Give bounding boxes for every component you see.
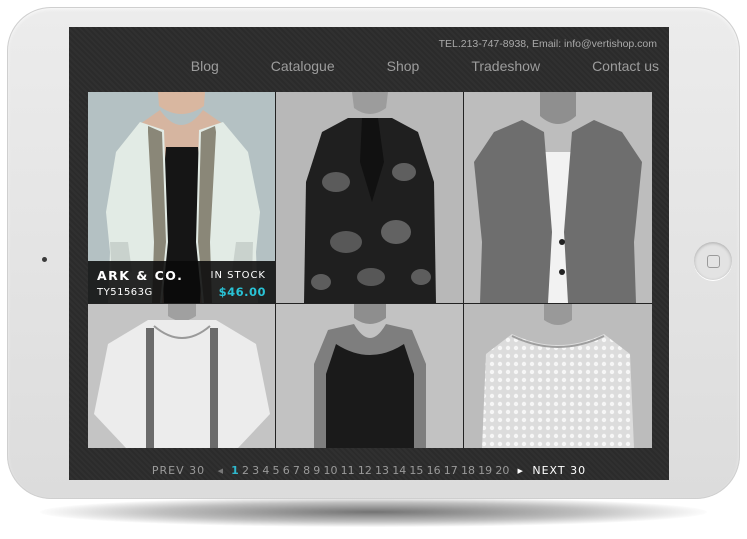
page-link-4[interactable]: 4 [262, 464, 269, 477]
product-image-cardigan [464, 92, 652, 303]
contact-info: TEL.213-747-8938, Email: info@vertishop.… [438, 38, 657, 50]
product-image-white-top [88, 304, 275, 448]
page-link-6[interactable]: 6 [283, 464, 290, 477]
product-tile-3[interactable] [464, 92, 652, 303]
camera-icon [42, 257, 47, 262]
product-grid: ARK & CO. IN STOCK TY51563G $46.00 [88, 92, 652, 448]
page-link-10[interactable]: 10 [323, 464, 337, 477]
product-tile-5[interactable] [276, 304, 463, 448]
product-tile-4[interactable] [88, 304, 275, 448]
stock-status: IN STOCK [210, 270, 266, 281]
arrow-right-icon[interactable]: ▶ [517, 467, 522, 475]
product-image-tank-top [276, 304, 463, 448]
page-link-9[interactable]: 9 [313, 464, 320, 477]
page-link-2[interactable]: 2 [242, 464, 249, 477]
product-price: $46.00 [218, 285, 266, 299]
nav-catalogue[interactable]: Catalogue [271, 58, 335, 74]
product-sku: TY51563G [97, 287, 153, 298]
home-button-icon [706, 254, 720, 268]
product-brand: ARK & CO. [97, 268, 184, 283]
tablet-screen: TEL.213-747-8938, Email: info@vertishop.… [69, 27, 669, 480]
page-link-16[interactable]: 16 [427, 464, 441, 477]
page-link-14[interactable]: 14 [392, 464, 406, 477]
page-link-18[interactable]: 18 [461, 464, 475, 477]
product-image-floral-blouse [276, 92, 463, 303]
next-page-button[interactable]: NEXT 30 [532, 464, 586, 477]
product-tile-6[interactable] [464, 304, 652, 448]
nav-tradeshow[interactable]: Tradeshow [471, 58, 540, 74]
page-link-7[interactable]: 7 [293, 464, 300, 477]
page-link-5[interactable]: 5 [273, 464, 280, 477]
nav-shop[interactable]: Shop [387, 58, 420, 74]
tablet-shadow [40, 497, 707, 527]
main-nav: Blog Catalogue Shop Tradeshow Contact us [139, 58, 659, 74]
page-link-17[interactable]: 17 [444, 464, 458, 477]
page-link-19[interactable]: 19 [478, 464, 492, 477]
prev-page-button[interactable]: PREV 30 [152, 464, 205, 477]
page-link-13[interactable]: 13 [375, 464, 389, 477]
page-link-1[interactable]: 1 [231, 464, 239, 477]
page-link-20[interactable]: 20 [495, 464, 509, 477]
page-link-3[interactable]: 3 [252, 464, 259, 477]
product-image-knit-sweater [464, 304, 652, 448]
home-button[interactable] [694, 242, 732, 280]
page-link-11[interactable]: 11 [341, 464, 355, 477]
page-link-8[interactable]: 8 [303, 464, 310, 477]
page-link-15[interactable]: 15 [409, 464, 423, 477]
page-link-12[interactable]: 12 [358, 464, 372, 477]
arrow-left-icon[interactable]: ◀ [218, 467, 223, 475]
pagination: PREV 30 ◀ 1 2 3 4 5 6 7 8 9 10 11 12 13 14 15 16 17 18 19 2… [69, 464, 669, 477]
nav-blog[interactable]: Blog [191, 58, 219, 74]
product-tile-2[interactable] [276, 92, 463, 303]
page-number-list: 1 2 3 4 5 6 7 8 9 10 11 12 13 14 15 16 17 18 19 20 [230, 464, 511, 477]
nav-contact-us[interactable]: Contact us [592, 58, 659, 74]
product-tile-1[interactable]: ARK & CO. IN STOCK TY51563G $46.00 [88, 92, 275, 303]
product-info-overlay: ARK & CO. IN STOCK TY51563G $46.00 [88, 261, 275, 303]
